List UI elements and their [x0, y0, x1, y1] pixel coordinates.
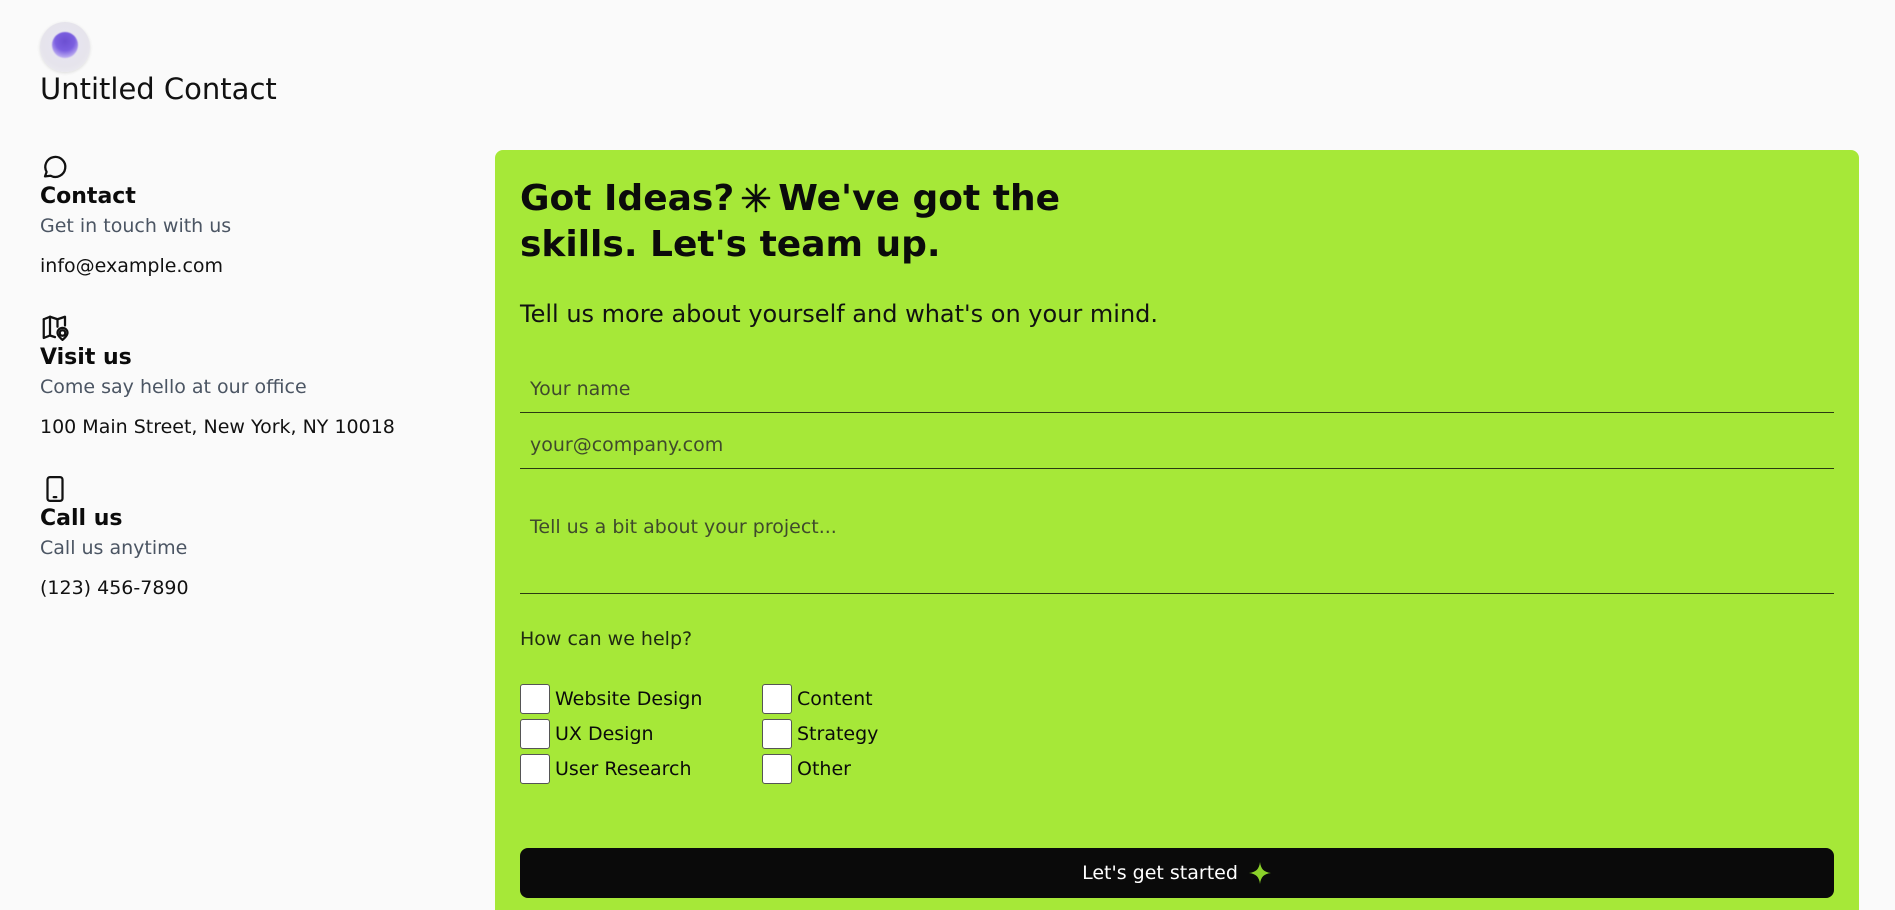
option-website-design[interactable]: Website Design: [520, 684, 762, 714]
option-label: UX Design: [555, 723, 654, 745]
option-label: Other: [797, 758, 851, 780]
sparkle-icon: [1248, 862, 1271, 884]
submit-button[interactable]: Let's get started: [520, 848, 1834, 898]
contact-info-phone: Call us Call us anytime (123) 456-7890: [40, 474, 460, 599]
service-options: Website Design Content UX Design Strateg…: [520, 684, 962, 784]
checkbox[interactable]: [762, 754, 792, 784]
call-subtitle: Call us anytime: [40, 537, 188, 559]
asterisk-spark-icon: [741, 183, 771, 213]
checkbox[interactable]: [520, 719, 550, 749]
help-label: How can we help?: [520, 628, 693, 650]
phone-icon: [40, 474, 70, 504]
option-strategy[interactable]: Strategy: [762, 719, 962, 749]
purple-orb-logo-icon: [52, 32, 78, 58]
contact-form-panel: Got Ideas? We've got the skills. Let's t…: [495, 150, 1859, 910]
visit-address-value: 100 Main Street, New York, NY 10018: [40, 416, 395, 438]
visit-subtitle: Come say hello at our office: [40, 376, 307, 398]
visit-title: Visit us: [40, 345, 132, 370]
option-ux-design[interactable]: UX Design: [520, 719, 762, 749]
project-message-textarea[interactable]: [520, 506, 1834, 594]
map-pin-icon: [40, 313, 70, 343]
contact-email-value[interactable]: info@example.com: [40, 255, 460, 277]
checkbox[interactable]: [762, 684, 792, 714]
form-headline: Got Ideas? We've got the skills. Let's t…: [520, 176, 1080, 268]
name-input[interactable]: [520, 366, 1834, 413]
email-input[interactable]: [520, 422, 1834, 469]
form-lead: Tell us more about yourself and what's o…: [520, 300, 1159, 328]
contact-subtitle: Get in touch with us: [40, 215, 232, 237]
option-content[interactable]: Content: [762, 684, 962, 714]
checkbox[interactable]: [762, 719, 792, 749]
brand-logo: [40, 22, 90, 72]
call-phone-value[interactable]: (123) 456-7890: [40, 577, 460, 599]
call-title: Call us: [40, 506, 123, 531]
checkbox[interactable]: [520, 684, 550, 714]
option-other[interactable]: Other: [762, 754, 962, 784]
contact-info-email: Contact Get in touch with us info@exampl…: [40, 152, 460, 277]
contact-title: Contact: [40, 184, 136, 209]
option-label: Strategy: [797, 723, 879, 745]
option-label: Content: [797, 688, 873, 710]
contact-info-visit: Visit us Come say hello at our office 10…: [40, 313, 460, 438]
headline-part1: Got Ideas?: [520, 178, 735, 219]
submit-label: Let's get started: [1082, 862, 1238, 884]
chat-bubble-icon: [40, 152, 70, 182]
checkbox[interactable]: [520, 754, 550, 784]
option-label: User Research: [555, 758, 692, 780]
option-user-research[interactable]: User Research: [520, 754, 762, 784]
option-label: Website Design: [555, 688, 703, 710]
brand-title: Untitled Contact: [40, 72, 277, 106]
